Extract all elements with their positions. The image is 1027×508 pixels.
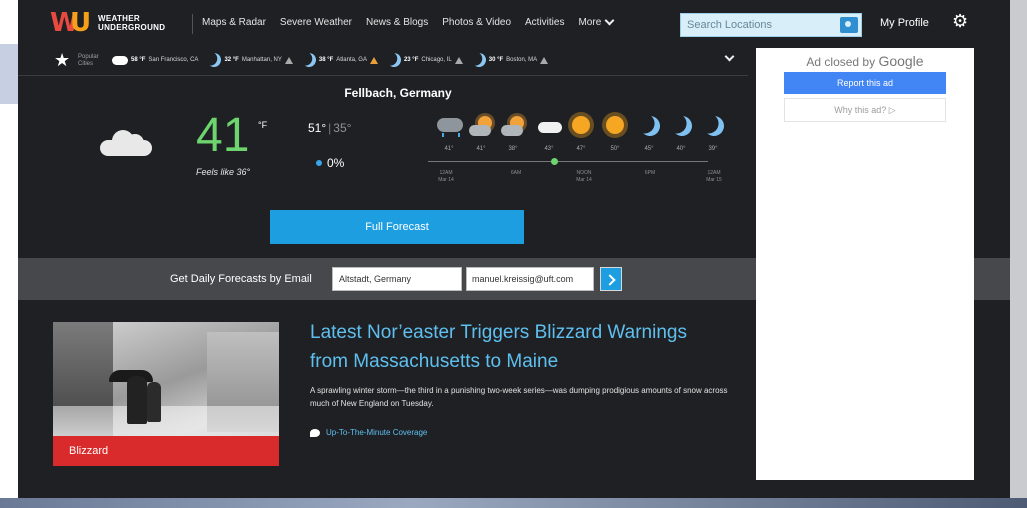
timeline [428,161,708,162]
precip-chance: 0% [316,156,344,170]
nav-divider [192,14,193,34]
high-temp: 51° [308,121,327,135]
hour-item: 43° [534,114,564,152]
city-item[interactable]: 58 °F San Francisco, CA [112,55,198,65]
email-location-field[interactable] [332,267,462,291]
moon-icon [669,113,696,140]
moon-icon [701,113,728,140]
hourly-forecast[interactable]: 41° 41° 38° 43° 47° 50° 45° 40° 39° 12AM… [414,114,722,194]
hour-item: 50° [600,114,630,152]
time-label: 12AM Mar 15 [706,170,722,183]
rain-cloud-icon [437,118,463,137]
hour-item: 40° [666,114,696,152]
hour-item: 41° [434,114,464,152]
submit-arrow-button[interactable] [600,267,622,291]
popular-cities-label: Popular Cities [78,54,99,67]
nav-news-blogs[interactable]: News & Blogs [366,17,428,28]
city-item[interactable]: 30 °F Boston, MA [470,51,549,69]
high-low: 51° | 35° [308,121,352,135]
gear-icon[interactable]: ⚙ [952,13,970,31]
nav-activities[interactable]: Activities [525,17,564,28]
nav-more[interactable]: More [578,15,615,28]
nav-maps-radar[interactable]: Maps & Radar [202,17,266,28]
feels-like: Feels like 36° [196,167,251,177]
hour-item: 39° [698,114,728,152]
wu-logo-icon: WU [50,8,92,38]
ad-panel: Ad closed by Google Report this ad Why t… [756,48,974,480]
popular-cities-list: 58 °F San Francisco, CA 32 °F Manhattan,… [112,51,549,69]
sun-icon [572,116,590,134]
popular-cities-bar: ★ Popular Cities 58 °F San Francisco, CA… [18,48,748,76]
city-item[interactable]: 38 °F Atlanta, GA [302,53,378,67]
temp-unit: °F [258,120,268,130]
nav-more-label: More [578,17,602,28]
cloud-icon [112,55,128,65]
news-summary: A sprawling winter storm—the third in a … [310,386,728,408]
cloud-icon [100,128,152,156]
wu-logo[interactable]: WU WEATHER UNDERGROUND [50,10,165,36]
time-label: NOON Mar 14 [576,170,592,183]
sun-cloud-icon [469,116,495,138]
chevron-down-icon[interactable] [724,51,735,62]
alert-icon [284,56,293,64]
star-icon[interactable]: ★ [54,52,70,70]
nav-photos-video[interactable]: Photos & Video [442,17,511,28]
alert-icon [540,56,549,64]
low-temp: 35° [333,121,352,135]
hour-item: 45° [634,114,664,152]
time-label: 6PM [644,170,656,176]
news-headline[interactable]: Latest Nor’easter Triggers Blizzard Warn… [310,318,730,376]
time-label: 12AM Mar 14 [438,170,454,183]
my-profile-link[interactable]: My Profile [880,17,929,29]
hour-item: 41° [466,114,496,152]
bottom-strip [0,498,1027,508]
chevron-down-icon [604,15,615,26]
ad-closed-notice: Ad closed by Google [806,53,924,69]
alert-icon [369,56,378,64]
current-temp: 41 [196,109,250,162]
full-forecast-button[interactable]: Full Forecast [270,210,524,244]
now-indicator [551,158,558,165]
weather-page: WU WEATHER UNDERGROUND Maps & Radar Seve… [18,0,1010,500]
moon-icon [637,113,664,140]
city-item[interactable]: 32 °F Manhattan, NY [205,51,293,69]
cloud-icon [538,122,562,133]
main-nav: Maps & Radar Severe Weather News & Blogs… [202,15,615,28]
time-labels: 12AM Mar 14 6AM NOON Mar 14 6PM 12AM Mar 15 [414,170,722,190]
moon-icon [385,51,403,69]
hour-item: 47° [566,114,596,152]
email-address-field[interactable] [466,267,594,291]
site-header: WU WEATHER UNDERGROUND Maps & Radar Seve… [18,0,1010,48]
why-this-ad-button[interactable]: Why this ad? ▷ [784,98,946,122]
news-category-badge[interactable]: Blizzard [53,436,279,466]
moon-icon [300,51,318,69]
moon-cloud-icon [205,51,223,69]
hour-item: 38° [498,114,528,152]
nav-severe-weather[interactable]: Severe Weather [280,17,352,28]
logo-text: WEATHER UNDERGROUND [98,14,166,32]
report-ad-button[interactable]: Report this ad [784,72,946,94]
twitter-icon [310,428,320,437]
locate-icon[interactable] [840,17,858,33]
search-input[interactable] [681,19,831,31]
time-label: 6AM [510,170,522,176]
location-title: Fellbach, Germany [344,86,452,100]
moon-cloud-icon [470,51,488,69]
alert-icon [454,56,463,64]
coverage-link[interactable]: Up-To-The-Minute Coverage [310,428,427,437]
sun-cloud-icon [501,116,527,138]
sun-icon [606,116,624,134]
email-signup-label: Get Daily Forecasts by Email [170,273,312,285]
search-box [680,13,862,37]
city-item[interactable]: 23 °F Chicago, IL [387,53,463,67]
raindrop-icon [316,160,322,166]
